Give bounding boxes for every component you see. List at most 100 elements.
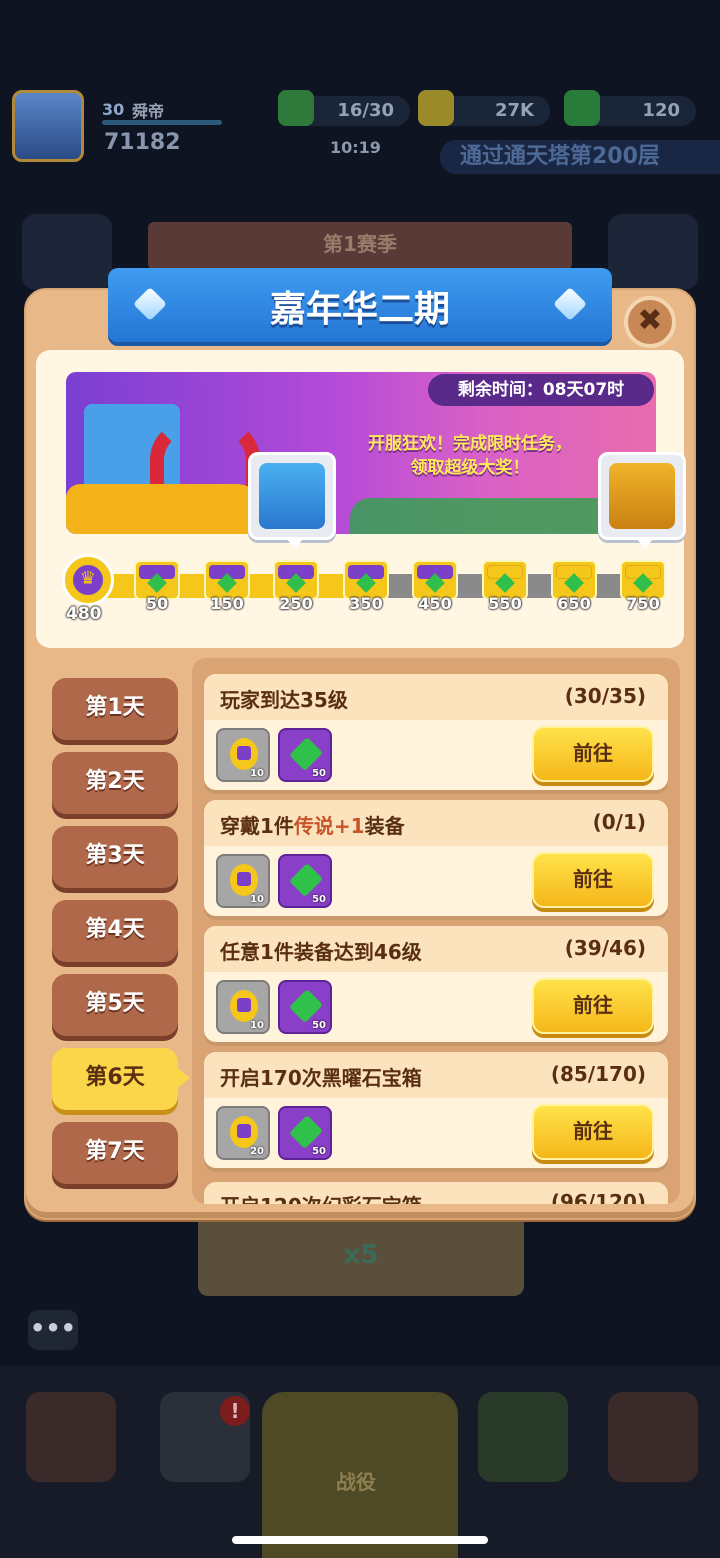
day-tab-5[interactable]: 第5天	[52, 974, 178, 1036]
milestone-value: 50	[145, 594, 169, 613]
crown-reward-item[interactable]: 20	[216, 1106, 270, 1160]
task-progress: (39/46)	[564, 936, 646, 960]
task-progress: (0/1)	[592, 810, 646, 834]
reward-count: 50	[312, 894, 326, 905]
gem-reward-item[interactable]: 50	[278, 728, 332, 782]
home-indicator	[232, 1536, 488, 1544]
milestone-value: 650	[557, 594, 591, 613]
emerald-icon	[289, 863, 323, 897]
player-power: 71182	[104, 130, 181, 155]
mail-button[interactable]	[608, 214, 698, 290]
milestone-value: 550	[488, 594, 522, 613]
task-name: 开启170次黑曜石宝箱	[220, 1066, 422, 1090]
day-tab-3[interactable]: 第3天	[52, 826, 178, 888]
milestone-value: 350	[349, 594, 383, 613]
energy-counter[interactable]: 16/30	[278, 90, 410, 126]
task-progress: (85/170)	[550, 1062, 646, 1086]
milestone-value: 250	[279, 594, 313, 613]
task-name: 开启120次幻彩石宝箱	[220, 1190, 422, 1204]
task-row: 开启170次黑曜石宝箱 (85/170) 20 50 前往	[204, 1052, 668, 1168]
day-tab-6[interactable]: 第6天	[52, 1048, 190, 1110]
gem-pile-icon	[350, 498, 630, 534]
task-name: 玩家到达35级	[220, 688, 348, 712]
current-points: 480	[66, 604, 102, 624]
crown-icon: ♛	[73, 565, 103, 595]
emerald-icon	[289, 989, 323, 1023]
day-tab-4[interactable]: 第4天	[52, 900, 178, 962]
chat-button[interactable]: •••	[28, 1310, 78, 1350]
go-button[interactable]: 前往	[532, 852, 654, 908]
coin-icon	[418, 90, 454, 126]
energy-icon	[278, 90, 314, 126]
reward-count: 50	[312, 768, 326, 779]
player-avatar[interactable]	[12, 90, 84, 162]
reward-count: 10	[250, 768, 264, 779]
task-list[interactable]: 玩家到达35级 (30/35) 10 50 前往 穿戴1件传说+1装备 (0/1…	[192, 658, 680, 1204]
gem-reward-item[interactable]: 50	[278, 854, 332, 908]
menu-button[interactable]	[22, 214, 112, 290]
reward-count: 10	[250, 1020, 264, 1031]
task-row-partial: 开启120次幻彩石宝箱 (96/120)	[204, 1182, 668, 1204]
task-row: 任意1件装备达到46级 (39/46) 10 50 前往	[204, 926, 668, 1042]
task-row: 玩家到达35级 (30/35) 10 50 前往	[204, 674, 668, 790]
coin-value: 27K	[495, 100, 534, 121]
reward-preview-harp[interactable]	[598, 452, 686, 549]
go-button[interactable]: 前往	[532, 978, 654, 1034]
gold-pile-icon	[66, 484, 266, 534]
gem-reward-item[interactable]: 50	[278, 980, 332, 1034]
reward-pointer	[637, 539, 653, 549]
gem-counter[interactable]: 120	[564, 90, 696, 126]
day-tab-2[interactable]: 第2天	[52, 752, 178, 814]
day-tab-1[interactable]: 第1天	[52, 678, 178, 740]
energy-timer: 10:19	[330, 138, 381, 157]
reward-count: 20	[250, 1146, 264, 1157]
xp-bar	[102, 120, 222, 125]
promo-text: 开服狂欢！完成限时任务， 领取超级大奖！	[340, 432, 600, 480]
promo-line-2: 领取超级大奖！	[410, 458, 530, 478]
go-button[interactable]: 前往	[532, 1104, 654, 1160]
task-name: 任意1件装备达到46级	[220, 940, 422, 964]
coin-counter[interactable]: 27K	[418, 90, 550, 126]
harp-icon	[609, 463, 675, 529]
nav-shop-icon[interactable]	[26, 1392, 116, 1482]
reward-pointer	[287, 539, 303, 549]
tower-goal-banner[interactable]: 通过通天塔第200层	[440, 140, 720, 174]
emerald-icon	[289, 737, 323, 771]
task-name: 穿戴1件传说+1装备	[220, 814, 405, 838]
nav-map-icon[interactable]	[608, 1392, 698, 1482]
nav-battle-label: 战役	[336, 1470, 376, 1494]
crown-reward-item[interactable]: 10	[216, 980, 270, 1034]
title-ribbon: 嘉年华二期	[108, 268, 612, 342]
season-banner[interactable]: 第1赛季	[148, 222, 572, 270]
milestone-value: 750	[626, 594, 660, 613]
gem-reward-item[interactable]: 50	[278, 1106, 332, 1160]
player-level: 30	[102, 100, 125, 119]
promo-line-1: 开服狂欢！完成限时任务，	[368, 434, 572, 454]
emerald-icon	[289, 1115, 323, 1149]
points-crown: ♛	[62, 554, 114, 606]
milestone-value: 450	[418, 594, 452, 613]
crown-reward-item[interactable]: 10	[216, 854, 270, 908]
panel-title: 嘉年华二期	[269, 289, 450, 330]
energy-value: 16/30	[337, 100, 394, 121]
task-progress: (30/35)	[564, 684, 646, 708]
milestone-value: 150	[210, 594, 244, 613]
crown-icon	[230, 990, 258, 1022]
crown-icon	[230, 738, 258, 770]
nav-trophy-icon[interactable]	[478, 1392, 568, 1482]
gem-icon	[564, 90, 600, 126]
active-arrow-icon	[178, 1068, 190, 1088]
crown-reward-item[interactable]: 10	[216, 728, 270, 782]
task-progress: (96/120)	[550, 1190, 646, 1204]
player-name: 舜帝	[132, 102, 165, 121]
energy-reward-card: x5	[198, 1210, 524, 1296]
day-tab-6-label: 第6天	[85, 1065, 145, 1090]
reward-count: 50	[312, 1146, 326, 1157]
hooded-cat-icon	[259, 463, 325, 529]
close-button[interactable]: ✖	[624, 296, 676, 348]
day-tab-7[interactable]: 第7天	[52, 1122, 178, 1184]
crown-icon	[230, 1116, 258, 1148]
crown-icon	[230, 864, 258, 896]
go-button[interactable]: 前往	[532, 726, 654, 782]
reward-preview-cat[interactable]	[248, 452, 336, 549]
